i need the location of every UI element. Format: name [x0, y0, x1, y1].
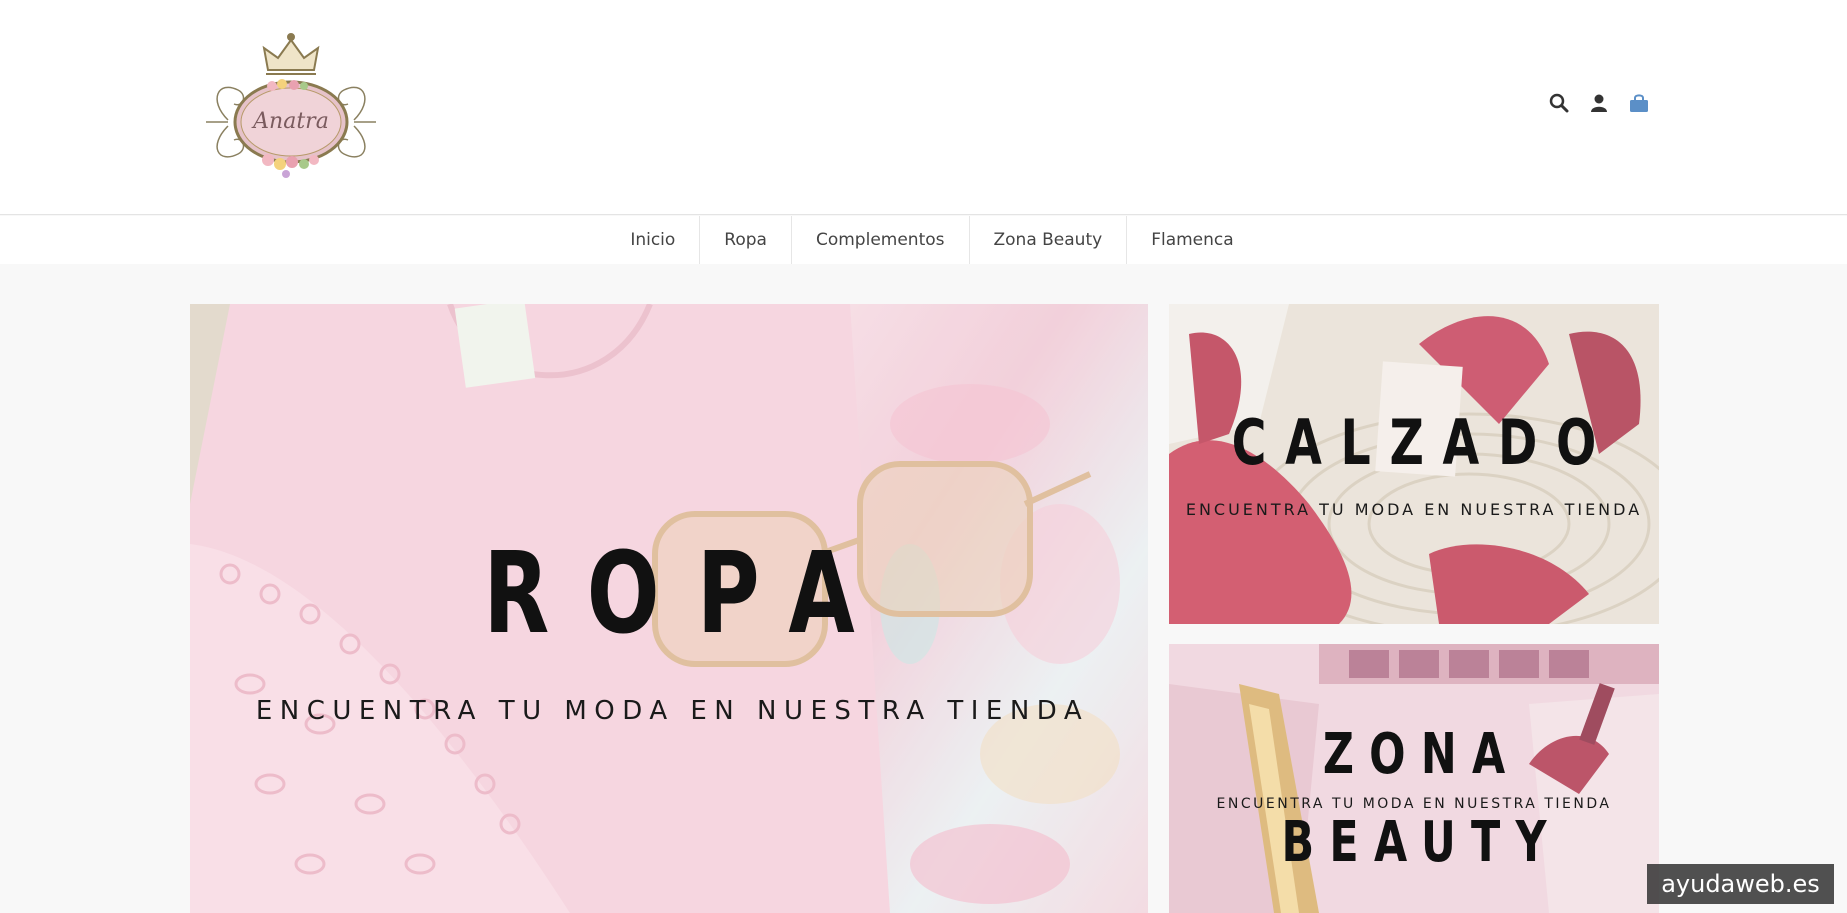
nav-item-flamenca[interactable]: Flamenca — [1126, 216, 1257, 264]
banner-calzado[interactable]: CALZADO ENCUENTRA TU MODA EN NUESTRA TIE… — [1169, 304, 1659, 624]
banner-beauty-title-line2: BEAUTY — [1281, 810, 1562, 875]
header-icons — [1548, 92, 1650, 114]
banner-ropa[interactable]: ROPA ENCUENTRA TU MODA EN NUESTRA TIENDA — [190, 304, 1148, 913]
banner-beauty-title-line1: ZONA — [1322, 722, 1521, 787]
brand-logo[interactable]: Anatra — [198, 30, 384, 182]
banner-zona-beauty[interactable]: ZONA ENCUENTRA TU MODA EN NUESTRA TIENDA… — [1169, 644, 1659, 913]
nav-item-ropa[interactable]: Ropa — [699, 216, 791, 264]
nav-item-complementos[interactable]: Complementos — [790, 216, 969, 264]
banner-calzado-subtitle: ENCUENTRA TU MODA EN NUESTRA TIENDA — [1185, 500, 1643, 519]
banner-ropa-title: ROPA — [483, 529, 893, 659]
banner-calzado-title: CALZADO — [1231, 406, 1616, 479]
watermark: ayudaweb.es — [1647, 864, 1834, 904]
site-header: Anatra — [0, 0, 1847, 215]
nav-item-inicio[interactable]: Inicio — [606, 216, 699, 264]
shopping-bag-icon[interactable] — [1628, 92, 1650, 114]
logo-text: Anatra — [251, 109, 329, 134]
nav-item-zona-beauty[interactable]: Zona Beauty — [968, 216, 1127, 264]
user-icon[interactable] — [1588, 92, 1610, 114]
search-icon[interactable] — [1548, 92, 1570, 114]
main-nav: Inicio Ropa Complementos Zona Beauty Fla… — [0, 216, 1847, 264]
banner-ropa-subtitle: ENCUENTRA TU MODA EN NUESTRA TIENDA — [255, 696, 1090, 726]
